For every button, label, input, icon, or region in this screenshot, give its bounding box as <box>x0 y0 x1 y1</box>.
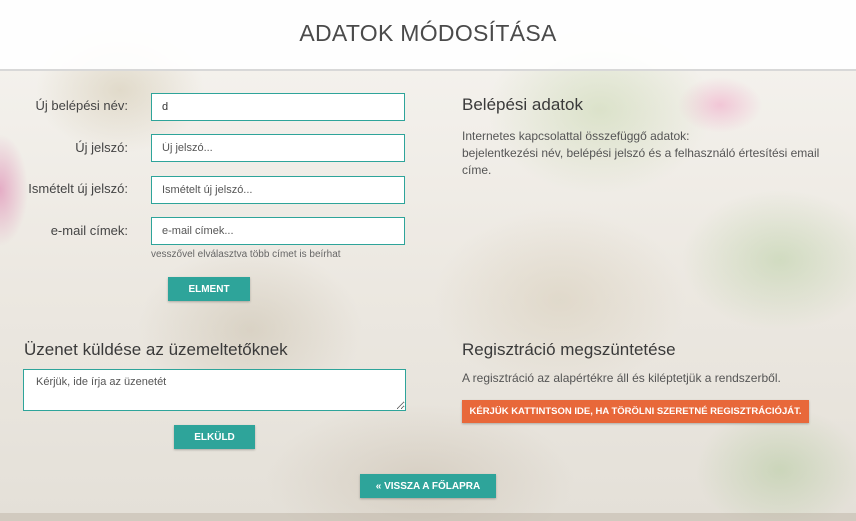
send-button[interactable]: ELKÜLD <box>174 425 255 449</box>
login-info-line: Internetes kapcsolattal összefüggő adato… <box>462 129 690 143</box>
password-repeat-input[interactable] <box>151 176 405 204</box>
email-label: e-mail címek: <box>50 223 128 238</box>
bottom-strip <box>0 513 856 521</box>
save-button[interactable]: ELMENT <box>168 277 250 301</box>
username-input[interactable] <box>151 93 405 121</box>
message-textarea[interactable] <box>23 369 406 411</box>
login-info-heading: Belépési adatok <box>462 95 583 114</box>
page-title: ADATOK MÓDOSÍTÁSA <box>299 20 557 46</box>
login-info-text: Internetes kapcsolattal összefüggő adato… <box>462 128 819 179</box>
login-info-line: címe. <box>462 163 492 177</box>
username-label: Új belépési név: <box>35 98 129 113</box>
email-hint: vesszővel elválasztva több címet is beír… <box>151 249 341 260</box>
unregister-text: A regisztráció az alapértékre áll és kil… <box>462 371 781 385</box>
login-info-line: bejelentkezési név, belépési jelszó és a… <box>462 146 820 160</box>
message-heading: Üzenet küldése az üzemeltetőknek <box>24 340 288 359</box>
email-input[interactable] <box>151 217 405 245</box>
password-label: Új jelszó: <box>75 140 128 155</box>
delete-registration-button[interactable]: KÉRJÜK KATTINTSON IDE, HA TÖRÖLNI SZERET… <box>462 400 809 423</box>
page-header: ADATOK MÓDOSÍTÁSA <box>0 0 856 71</box>
password-repeat-label: Ismételt új jelszó: <box>28 181 128 196</box>
password-input[interactable] <box>151 134 405 162</box>
unregister-heading: Regisztráció megszüntetése <box>462 340 676 359</box>
back-to-home-button[interactable]: « VISSZA A FŐLAPRA <box>360 474 496 498</box>
